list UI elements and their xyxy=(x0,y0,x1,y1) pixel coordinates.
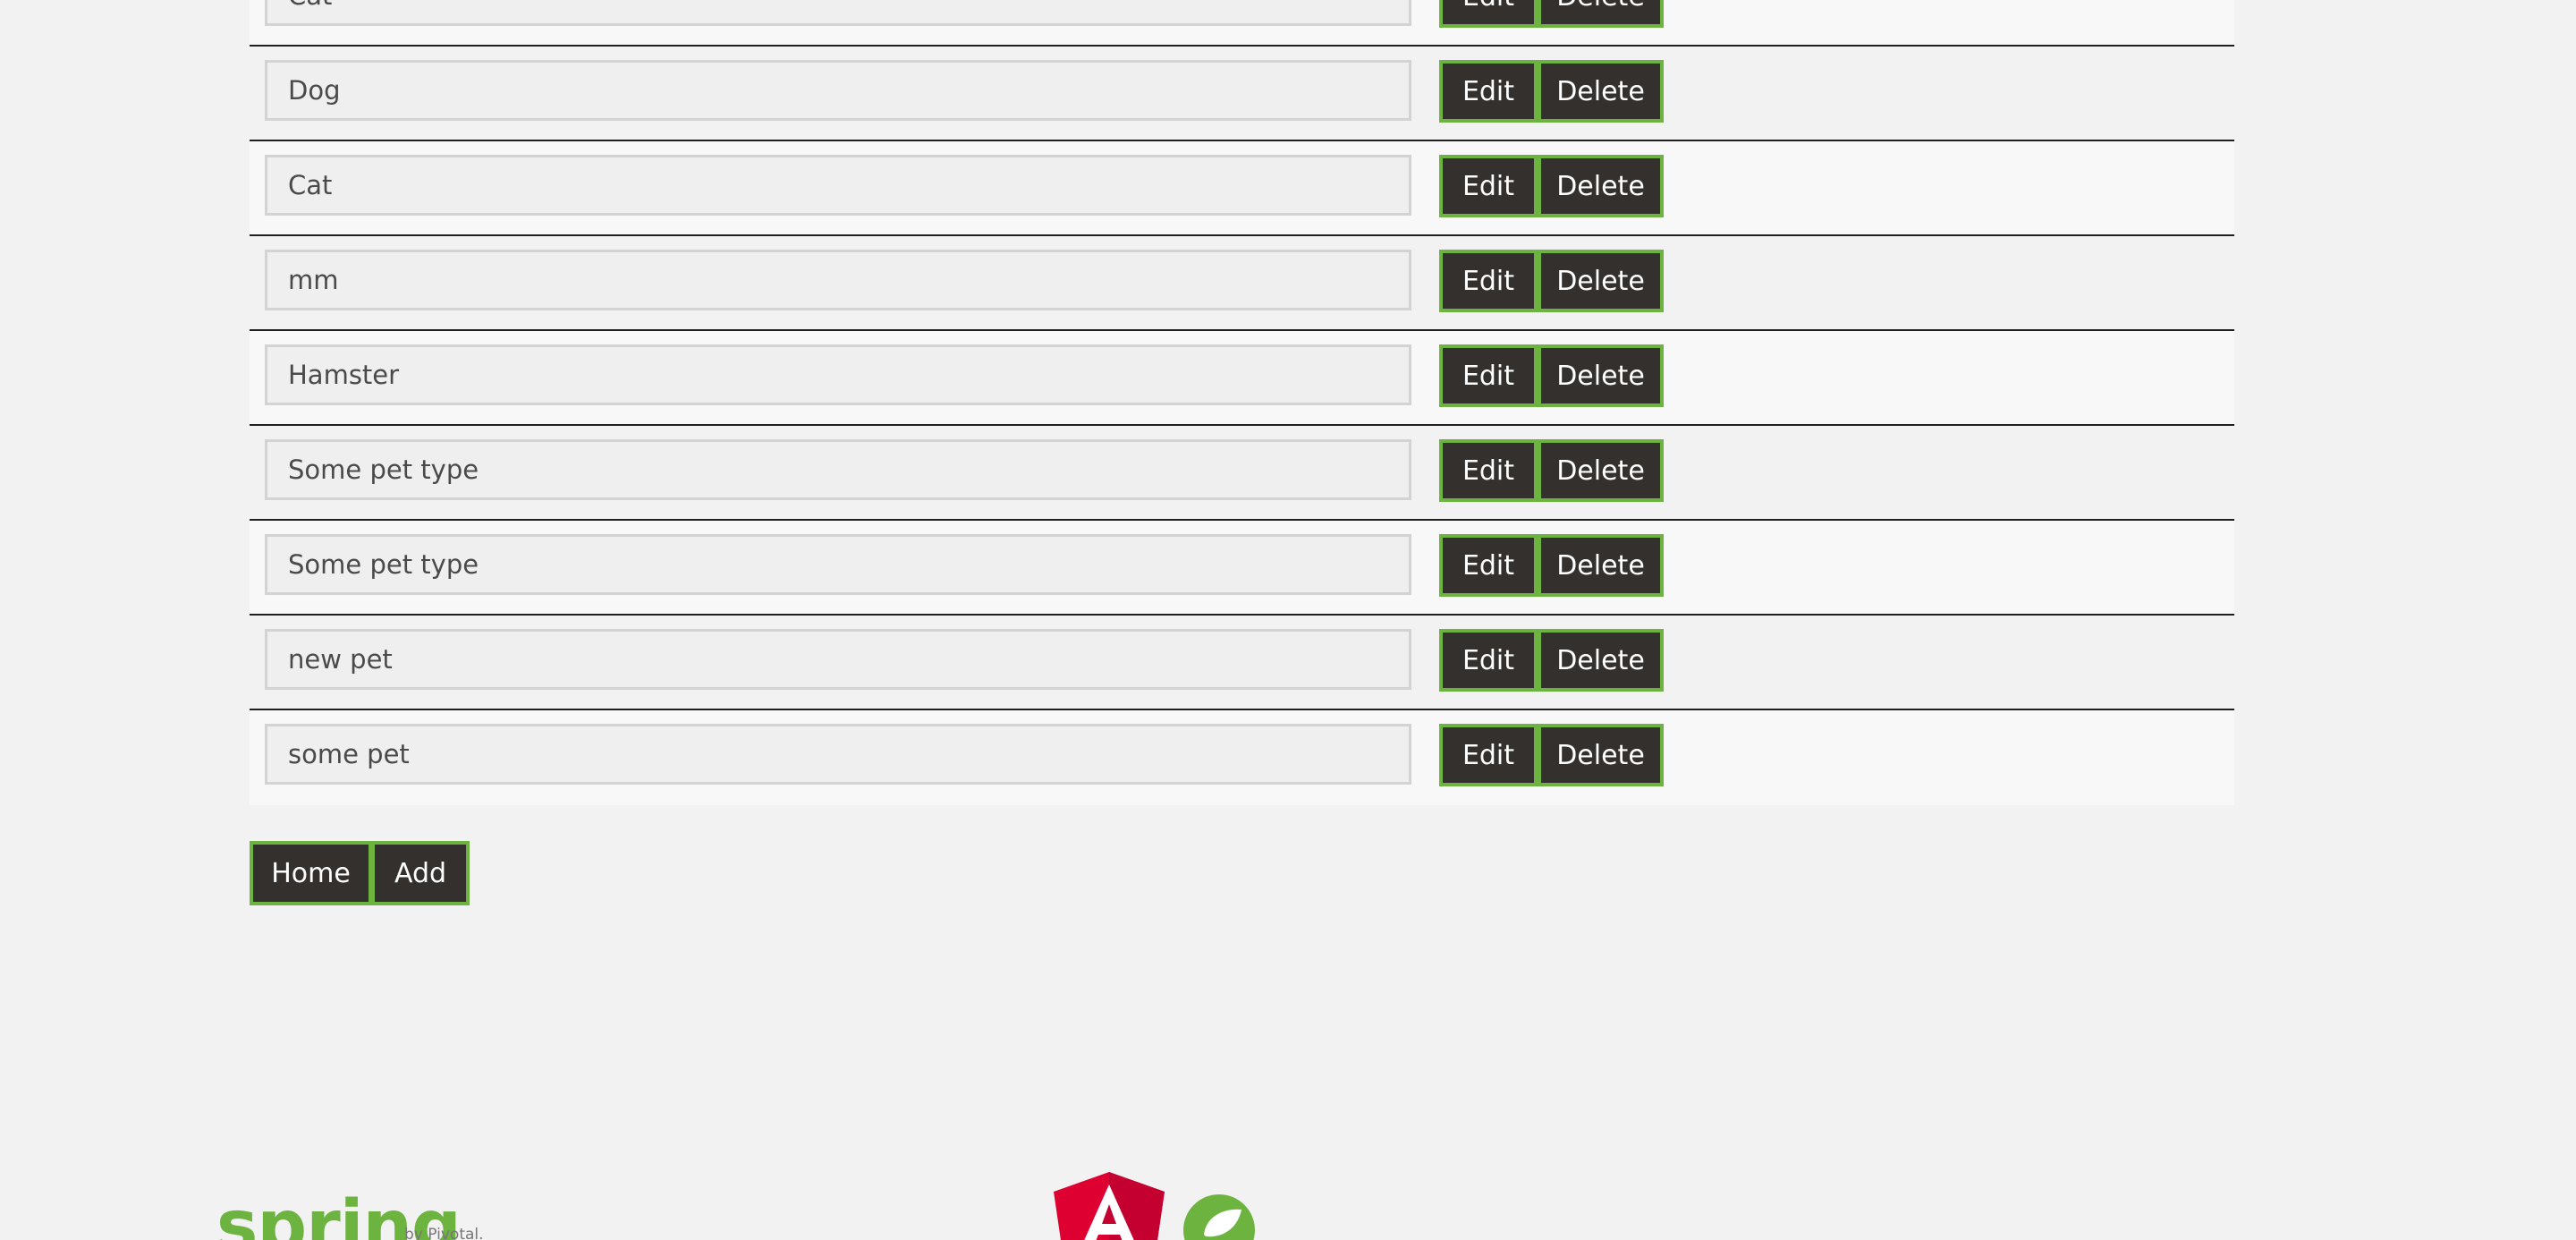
delete-button[interactable]: Delete xyxy=(1538,534,1664,597)
delete-button[interactable]: Delete xyxy=(1538,0,1664,28)
pet-type-name-input[interactable] xyxy=(265,629,1411,690)
pet-type-name-input[interactable] xyxy=(265,0,1411,26)
spring-leaf-icon xyxy=(1183,1194,1255,1240)
table-row: Edit Delete xyxy=(250,521,2234,616)
delete-button[interactable]: Delete xyxy=(1538,60,1664,123)
table-row: Edit Delete xyxy=(250,141,2234,236)
pet-type-name-input[interactable] xyxy=(265,724,1411,785)
angular-logo-icon xyxy=(1054,1172,1165,1240)
pet-type-name-input[interactable] xyxy=(265,439,1411,500)
edit-button[interactable]: Edit xyxy=(1439,60,1538,123)
table-row: Edit Delete xyxy=(250,0,2234,47)
pet-type-name-input[interactable] xyxy=(265,60,1411,121)
pet-type-name-input[interactable] xyxy=(265,250,1411,310)
edit-button[interactable]: Edit xyxy=(1439,0,1538,28)
pet-types-table: Edit Delete Edit Delete Edit Delete Edit… xyxy=(250,0,2234,805)
pet-type-name-input[interactable] xyxy=(265,534,1411,595)
footer-logos xyxy=(1054,1172,1555,1240)
delete-button[interactable]: Delete xyxy=(1538,250,1664,312)
delete-button[interactable]: Delete xyxy=(1538,724,1664,786)
delete-button[interactable]: Delete xyxy=(1538,439,1664,502)
edit-button[interactable]: Edit xyxy=(1439,629,1538,692)
pet-type-name-input[interactable] xyxy=(265,155,1411,216)
edit-button[interactable]: Edit xyxy=(1439,344,1538,407)
page: Edit Delete Edit Delete Edit Delete Edit… xyxy=(0,0,2576,1240)
edit-button[interactable]: Edit xyxy=(1439,534,1538,597)
add-button[interactable]: Add xyxy=(371,841,470,905)
table-row: Edit Delete xyxy=(250,236,2234,331)
edit-button[interactable]: Edit xyxy=(1439,250,1538,312)
delete-button[interactable]: Delete xyxy=(1538,629,1664,692)
delete-button[interactable]: Delete xyxy=(1538,344,1664,407)
table-row: Edit Delete xyxy=(250,331,2234,426)
edit-button[interactable]: Edit xyxy=(1439,155,1538,217)
table-row: Edit Delete xyxy=(250,47,2234,141)
table-row: Edit Delete xyxy=(250,426,2234,521)
delete-button[interactable]: Delete xyxy=(1538,155,1664,217)
table-row: Edit Delete xyxy=(250,616,2234,710)
spring-logo-tagline: by Pivotal. xyxy=(404,1226,484,1240)
home-button[interactable]: Home xyxy=(250,841,372,905)
edit-button[interactable]: Edit xyxy=(1439,724,1538,786)
table-row: Edit Delete xyxy=(250,710,2234,805)
edit-button[interactable]: Edit xyxy=(1439,439,1538,502)
pet-type-name-input[interactable] xyxy=(265,344,1411,405)
